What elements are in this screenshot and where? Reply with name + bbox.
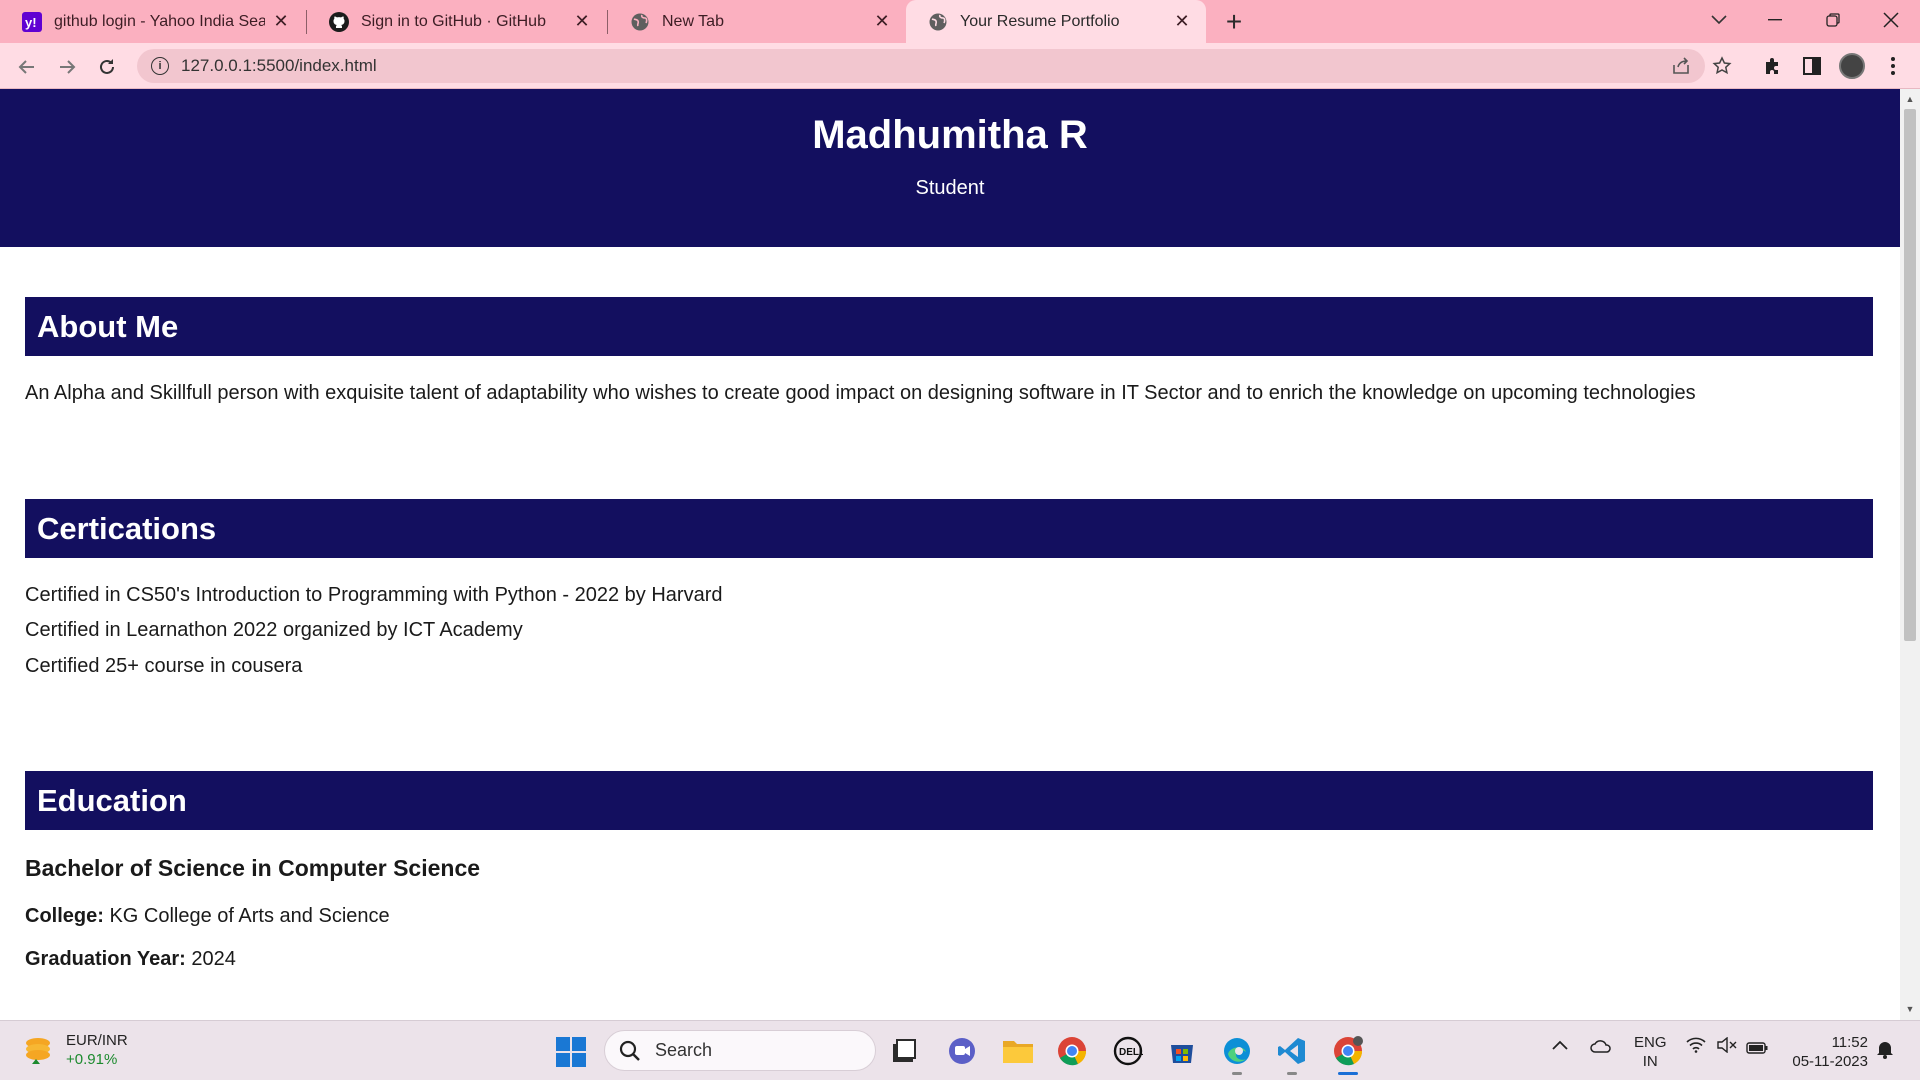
college-value: KG College of Arts and Science xyxy=(109,905,390,927)
file-explorer-icon[interactable] xyxy=(1000,1033,1036,1069)
running-indicator xyxy=(1287,1072,1297,1075)
windows-taskbar: EUR/INR +0.91% Search DELL ENG IN 11:52 … xyxy=(0,1020,1920,1080)
tab-new-tab[interactable]: New Tab ✕ xyxy=(608,0,906,43)
profile-avatar[interactable] xyxy=(1835,49,1869,83)
tab-title: Your Resume Portfolio xyxy=(960,12,1120,30)
close-icon[interactable]: ✕ xyxy=(271,11,291,32)
menu-kebab-icon[interactable] xyxy=(1876,49,1910,83)
currency-change: +0.91% xyxy=(66,1051,118,1068)
onedrive-cloud-icon[interactable] xyxy=(1590,1039,1612,1058)
clock-time: 11:52 xyxy=(1831,1034,1868,1051)
edge-icon[interactable] xyxy=(1219,1033,1255,1075)
close-window-button[interactable] xyxy=(1868,0,1914,40)
globe-icon xyxy=(630,12,650,32)
reload-button[interactable] xyxy=(90,50,124,84)
taskbar-search[interactable]: Search xyxy=(604,1030,876,1071)
currency-icon xyxy=(26,1038,50,1064)
page-scrollbar[interactable]: ▲ ▼ xyxy=(1900,89,1920,1020)
page-viewport: Madhumitha R Student About Me An Alpha a… xyxy=(0,89,1900,1020)
certifications-heading: Certications xyxy=(25,499,1873,558)
taskbar-clock[interactable]: 11:52 05-11-2023 xyxy=(1778,1033,1868,1071)
certification-item: Certified 25+ course in cousera xyxy=(25,655,303,677)
tab-search-icon[interactable] xyxy=(1696,0,1742,40)
volume-muted-icon[interactable] xyxy=(1716,1036,1738,1058)
svg-text:DELL: DELL xyxy=(1119,1047,1143,1058)
avatar xyxy=(1839,53,1865,79)
yahoo-icon: y! xyxy=(22,11,42,32)
extensions-icon[interactable] xyxy=(1755,49,1789,83)
college-line: College: KG College of Arts and Science xyxy=(25,905,390,928)
address-bar[interactable]: i 127.0.0.1:5500/index.html xyxy=(137,49,1705,83)
chrome-icon[interactable] xyxy=(1054,1033,1090,1069)
tab-github[interactable]: Sign in to GitHub · GitHub ✕ xyxy=(307,0,606,43)
education-heading: Education xyxy=(25,771,1873,830)
task-view-icon[interactable] xyxy=(886,1033,922,1069)
running-indicator xyxy=(1232,1072,1242,1075)
graduation-year-line: Graduation Year: 2024 xyxy=(25,948,236,971)
chrome-active-icon[interactable] xyxy=(1330,1033,1366,1075)
degree-title: Bachelor of Science in Computer Science xyxy=(25,855,481,881)
search-placeholder: Search xyxy=(655,1040,713,1060)
site-info-icon[interactable]: i xyxy=(151,57,169,75)
graduation-year-value: 2024 xyxy=(191,948,236,970)
language-indicator[interactable]: ENG IN xyxy=(1634,1033,1667,1071)
bookmark-star-icon[interactable] xyxy=(1707,51,1737,81)
about-heading: About Me xyxy=(25,297,1873,356)
windows-start-icon[interactable] xyxy=(556,1037,586,1067)
currency-pair: EUR/INR xyxy=(66,1032,128,1049)
scroll-down-icon[interactable]: ▼ xyxy=(1904,1003,1916,1015)
clock-date: 05-11-2023 xyxy=(1792,1053,1868,1070)
close-icon[interactable]: ✕ xyxy=(1172,11,1192,32)
person-role: Student xyxy=(915,177,985,199)
restore-button[interactable] xyxy=(1810,0,1856,40)
running-indicator xyxy=(1338,1072,1358,1075)
wifi-icon[interactable] xyxy=(1686,1037,1706,1058)
scroll-up-icon[interactable]: ▲ xyxy=(1904,93,1916,105)
search-icon xyxy=(619,1040,640,1061)
language-line1: ENG xyxy=(1634,1034,1667,1051)
tab-title: New Tab xyxy=(662,12,724,30)
person-name: Madhumitha R xyxy=(812,113,1088,157)
graduation-year-label: Graduation Year: xyxy=(25,948,186,970)
tab-yahoo[interactable]: y! github login - Yahoo India Searc ✕ xyxy=(0,0,305,43)
close-icon[interactable]: ✕ xyxy=(572,11,592,32)
tab-strip: y! github login - Yahoo India Searc ✕ Si… xyxy=(0,0,1920,43)
market-widget[interactable]: EUR/INR +0.91% xyxy=(20,1031,128,1069)
language-line2: IN xyxy=(1642,1053,1658,1070)
close-icon[interactable]: ✕ xyxy=(872,11,892,32)
forward-button[interactable] xyxy=(50,50,84,84)
about-text: An Alpha and Skillfull person with exqui… xyxy=(25,382,1696,404)
tray-chevron-up-icon[interactable] xyxy=(1552,1037,1568,1055)
resume-header: Madhumitha R Student xyxy=(0,89,1900,247)
microsoft-store-icon[interactable] xyxy=(1164,1033,1200,1069)
svg-text:y!: y! xyxy=(25,15,37,30)
browser-toolbar: i 127.0.0.1:5500/index.html xyxy=(0,43,1920,89)
globe-icon xyxy=(928,12,948,32)
vscode-icon[interactable] xyxy=(1274,1033,1310,1075)
tab-title: github login - Yahoo India Searc xyxy=(54,12,265,30)
new-tab-button[interactable]: + xyxy=(1218,6,1250,38)
dell-icon[interactable]: DELL xyxy=(1110,1033,1146,1069)
minimize-button[interactable] xyxy=(1752,0,1798,40)
battery-icon[interactable] xyxy=(1746,1041,1768,1059)
teams-chat-icon[interactable] xyxy=(944,1033,980,1069)
certification-item: Certified in CS50's Introduction to Prog… xyxy=(25,584,723,606)
college-label: College: xyxy=(25,905,104,927)
github-icon xyxy=(329,11,349,32)
side-panel-icon[interactable] xyxy=(1795,49,1829,83)
certification-item: Certified in Learnathon 2022 organized b… xyxy=(25,619,523,641)
notification-bell-icon[interactable] xyxy=(1876,1039,1894,1064)
tab-title: Sign in to GitHub · GitHub xyxy=(361,12,546,30)
scroll-thumb[interactable] xyxy=(1904,109,1916,641)
tab-resume-portfolio[interactable]: Your Resume Portfolio ✕ xyxy=(906,0,1206,43)
share-icon[interactable] xyxy=(1666,51,1696,81)
url-text: 127.0.0.1:5500/index.html xyxy=(181,56,377,75)
back-button[interactable] xyxy=(10,50,44,84)
